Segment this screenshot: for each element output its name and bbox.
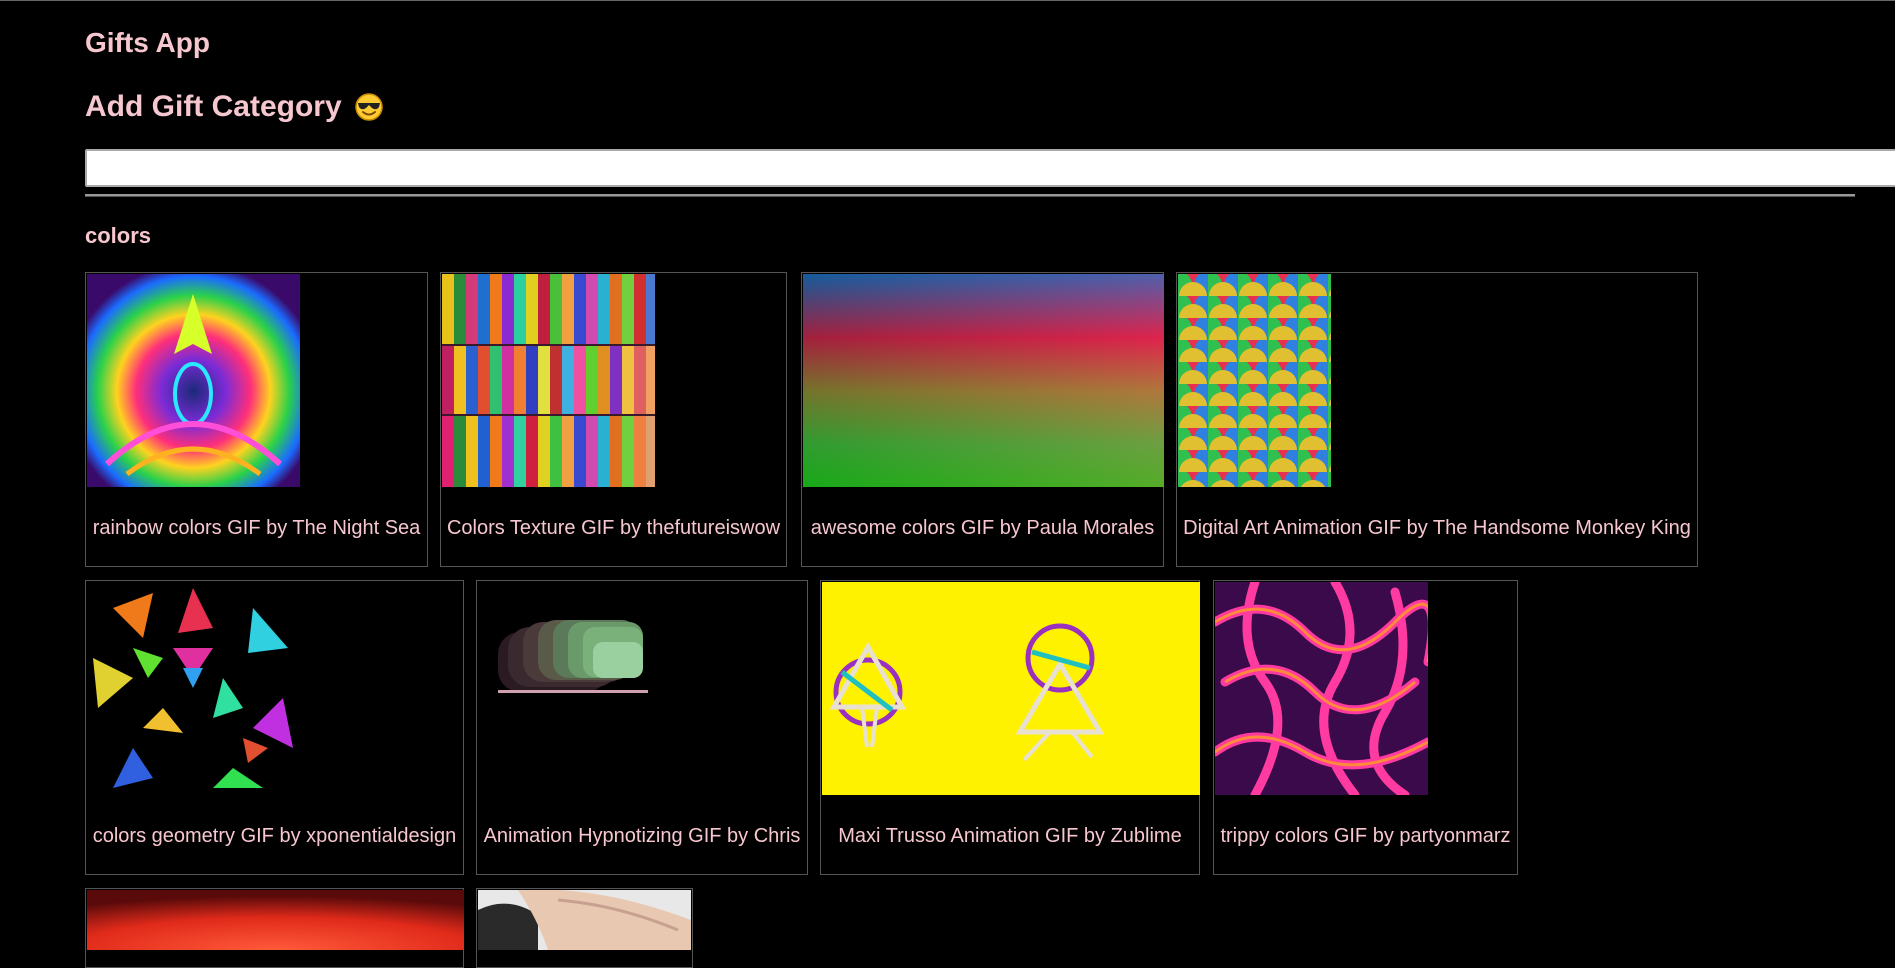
gif-title: Colors Texture GIF by thefutureiswow: [446, 517, 781, 539]
gif-card[interactable]: [85, 888, 464, 968]
gif-title: Digital Art Animation GIF by The Handsom…: [1183, 517, 1691, 539]
gradient-gif: [803, 274, 1164, 487]
geometry-tunnel-gif: [87, 582, 300, 795]
rainbow-kaleidoscope-gif: [87, 274, 300, 487]
gif-card[interactable]: colors geometry GIF by xponentialdesign: [85, 580, 464, 875]
gif-title: trippy colors GIF by partyonmarz: [1220, 825, 1511, 847]
category-name: colors: [85, 223, 152, 248]
hand-photo-gif: [478, 890, 691, 950]
gif-card[interactable]: Animation Hypnotizing GIF by Chris: [476, 580, 808, 875]
smiling-face-with-sunglasses-icon: [354, 92, 384, 122]
gif-card[interactable]: awesome colors GIF by Paula Morales: [801, 272, 1164, 567]
gif-title: Animation Hypnotizing GIF by Chris: [483, 825, 801, 847]
gif-card[interactable]: [476, 888, 693, 968]
gif-card[interactable]: trippy colors GIF by partyonmarz: [1213, 580, 1518, 875]
app-title: Gifts App: [85, 27, 210, 58]
scales-pattern-gif: [1178, 274, 1331, 487]
stacked-squares-gif: [478, 582, 691, 795]
gif-title: awesome colors GIF by Paula Morales: [810, 517, 1155, 539]
gif-title: rainbow colors GIF by The Night Sea: [92, 517, 421, 539]
gif-title: colors geometry GIF by xponentialdesign: [92, 825, 457, 847]
red-glow-gif: [87, 890, 464, 950]
gif-card[interactable]: Digital Art Animation GIF by The Handsom…: [1176, 272, 1698, 567]
add-category-title: Add Gift Category: [85, 88, 384, 126]
gif-card[interactable]: rainbow colors GIF by The Night Sea: [85, 272, 428, 567]
stick-figures-gif: [822, 582, 1200, 795]
gif-card[interactable]: Colors Texture GIF by thefutureiswow: [440, 272, 787, 567]
woven-texture-gif: [442, 274, 655, 487]
add-category-input[interactable]: [85, 149, 1895, 187]
add-category-title-text: Add Gift Category: [85, 90, 342, 123]
trippy-veins-gif: [1215, 582, 1428, 795]
gif-card[interactable]: Maxi Trusso Animation GIF by Zublime: [820, 580, 1200, 875]
gif-title: Maxi Trusso Animation GIF by Zublime: [838, 825, 1182, 847]
divider: [85, 194, 1855, 197]
